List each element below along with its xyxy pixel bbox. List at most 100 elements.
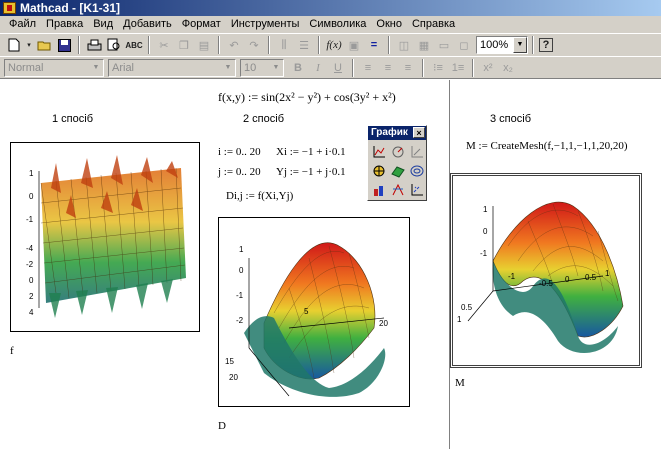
method1-surface-plot[interactable]: 1 0 -1 -4 -2 0 2 4 [10, 142, 200, 332]
chevron-down-icon[interactable]: ▼ [513, 37, 527, 53]
print-icon[interactable] [85, 36, 103, 54]
method2-y-tick: 20 [379, 319, 388, 328]
method3-surface-plot[interactable]: 1 0 -1 -1 -0.5 0 0.5 1 0.5 1 [450, 173, 642, 368]
zoom-value: 100% [480, 39, 509, 51]
toolbar-separator [218, 36, 220, 54]
method1-plot-canvas: 1 0 -1 -4 -2 0 2 4 [26, 155, 186, 318]
graph-palette[interactable]: График × [367, 125, 427, 201]
new-icon[interactable] [5, 36, 23, 54]
x-definition[interactable]: Xi := −1 + i·0.1 [276, 146, 346, 158]
chevron-down-icon[interactable]: ▼ [269, 59, 283, 76]
toolbar-separator [268, 36, 270, 54]
chevron-down-icon[interactable]: ▼ [89, 59, 103, 76]
surface-plot-icon[interactable] [370, 162, 388, 180]
toolbar-separator [78, 36, 80, 54]
graph-palette-title: График [371, 127, 408, 138]
calculate-icon[interactable]: = [365, 36, 383, 54]
component-icon[interactable]: ▭ [435, 36, 453, 54]
paste-icon[interactable]: ▤ [195, 36, 213, 54]
close-icon[interactable]: × [413, 127, 425, 138]
align-left-icon[interactable]: ≡ [359, 59, 377, 77]
bar-3d-icon[interactable] [370, 181, 388, 199]
insert-matrix-icon[interactable]: ▦ [415, 36, 433, 54]
xy-plot-icon[interactable] [370, 143, 388, 161]
method3-heading[interactable]: 3 спосіб [490, 113, 531, 125]
save-icon[interactable] [55, 36, 73, 54]
range-j-definition[interactable]: j := 0.. 20 [218, 166, 261, 178]
menu-help[interactable]: Справка [407, 16, 460, 33]
numbering-icon[interactable]: 1≡ [449, 59, 467, 77]
contour-plot-icon[interactable] [389, 162, 407, 180]
open-icon[interactable] [35, 36, 53, 54]
bullets-icon[interactable]: ⁝≡ [429, 59, 447, 77]
method2-caption[interactable]: D [218, 420, 226, 432]
menu-edit[interactable]: Правка [41, 16, 88, 33]
d-matrix-definition[interactable]: Di,j := f(Xi,Yj) [226, 190, 293, 202]
method1-y-tick: 2 [29, 292, 34, 301]
method2-surface-plot[interactable]: 1 0 -1 -2 5 20 15 20 [218, 217, 410, 407]
italic-icon[interactable]: I [309, 59, 327, 77]
font-select[interactable]: Arial ▼ [108, 58, 236, 77]
method1-caption[interactable]: f [10, 345, 14, 357]
font-value: Arial [112, 61, 135, 74]
method2-y-tick: 5 [304, 307, 309, 316]
superscript-icon[interactable]: x² [479, 59, 497, 77]
insert-graph-icon[interactable]: ◫ [395, 36, 413, 54]
zoom-plot-icon[interactable] [408, 143, 426, 161]
undo-icon[interactable]: ↶ [225, 36, 243, 54]
method1-y-tick: 0 [29, 276, 34, 285]
align-right-icon[interactable]: ≡ [399, 59, 417, 77]
chevron-down-icon[interactable]: ▼ [221, 59, 235, 76]
new-dropdown-icon[interactable]: ▾ [25, 36, 33, 54]
style-select[interactable]: Normal ▼ [4, 58, 104, 77]
method2-z-tick: -1 [236, 291, 244, 300]
method2-z-tick: -2 [236, 316, 244, 325]
menu-view[interactable]: Вид [88, 16, 118, 33]
bold-icon[interactable]: B [289, 59, 307, 77]
method2-plot-canvas: 1 0 -1 -2 5 20 15 20 [225, 242, 388, 397]
method3-x-tick: 0 [565, 275, 570, 284]
window-title: Mathcad - [K1-31] [20, 1, 121, 15]
resource-icon[interactable]: ◻ [455, 36, 473, 54]
font-size-value: 10 [244, 61, 257, 74]
method1-heading[interactable]: 1 спосіб [52, 113, 93, 125]
underline-icon[interactable]: U [329, 59, 347, 77]
method2-z-tick: 0 [239, 266, 244, 275]
create-mesh-definition[interactable]: M := CreateMesh(f,−1,1,−1,1,20,20) [466, 140, 628, 152]
method2-heading[interactable]: 2 спосіб [243, 113, 284, 125]
scatter-3d-icon[interactable] [408, 162, 426, 180]
spell-check-icon[interactable]: ABC [125, 36, 143, 54]
zoom-select[interactable]: 100% ▼ [476, 36, 528, 54]
menu-format[interactable]: Формат [177, 16, 226, 33]
method3-caption[interactable]: M [455, 377, 465, 389]
polar-plot-icon[interactable] [389, 143, 407, 161]
cut-icon[interactable]: ✂ [155, 36, 173, 54]
y-definition[interactable]: Yj := −1 + j·0.1 [276, 166, 346, 178]
method2-x-tick: 15 [225, 357, 234, 366]
redo-icon[interactable]: ↷ [245, 36, 263, 54]
align-down-icon[interactable]: ☰ [295, 36, 313, 54]
copy-icon[interactable]: ❐ [175, 36, 193, 54]
range-i-definition[interactable]: i := 0.. 20 [218, 146, 261, 158]
function-definition[interactable]: f(x,y) := sin(2x² − y²) + cos(3y² + x²) [218, 90, 396, 105]
vector-field-icon[interactable] [408, 181, 426, 199]
worksheet[interactable]: f(x,y) := sin(2x² − y²) + cos(3y² + x²) … [0, 80, 661, 449]
print-preview-icon[interactable] [105, 36, 123, 54]
insert-function-icon[interactable]: f(x) [325, 36, 343, 54]
method3-y-tick: 0.5 [461, 303, 473, 312]
method1-z-tick: 1 [29, 169, 34, 178]
help-icon[interactable]: ? [539, 38, 553, 52]
menu-window[interactable]: Окно [371, 16, 407, 33]
align-center-icon[interactable]: ≡ [379, 59, 397, 77]
subscript-icon[interactable]: x₂ [499, 59, 517, 77]
menu-tools[interactable]: Инструменты [226, 16, 305, 33]
menu-symbolics[interactable]: Символика [304, 16, 371, 33]
method3-z-tick: -1 [480, 249, 488, 258]
menu-file[interactable]: Файл [4, 16, 41, 33]
menu-insert[interactable]: Добавить [118, 16, 177, 33]
insert-unit-icon[interactable]: ▣ [345, 36, 363, 54]
align-icon[interactable]: ⫼ [275, 36, 293, 54]
graph-palette-title-bar[interactable]: График × [368, 126, 426, 140]
patch-plot-icon[interactable] [389, 181, 407, 199]
font-size-select[interactable]: 10 ▼ [240, 58, 284, 77]
